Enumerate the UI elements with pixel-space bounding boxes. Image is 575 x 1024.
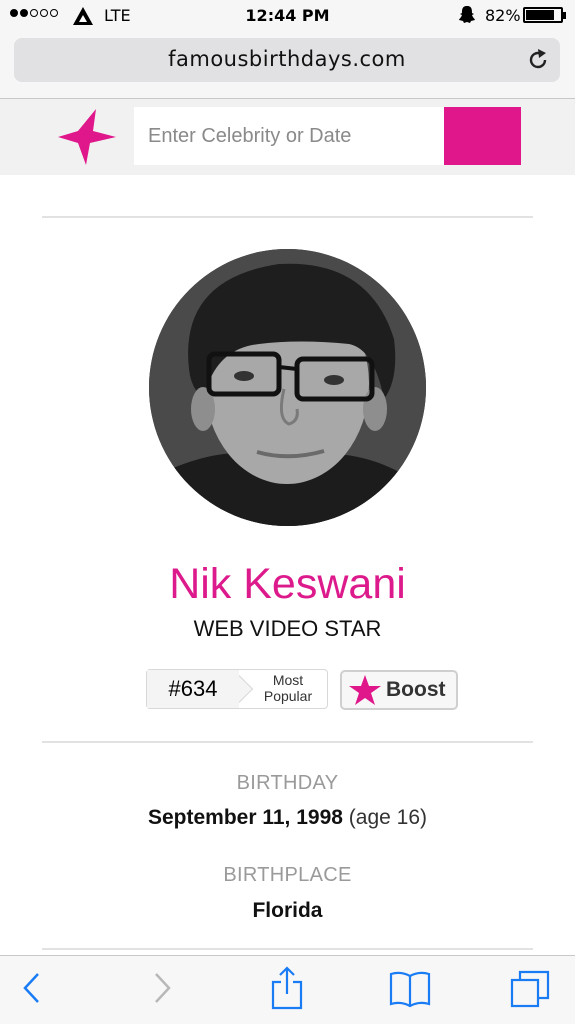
tabs-icon[interactable]: [510, 970, 550, 1010]
birthday-label: BIRTHDAY: [236, 772, 339, 794]
divider: [42, 741, 533, 743]
profession[interactable]: WEB VIDEO STAR: [0, 616, 575, 642]
star-logo-icon[interactable]: [56, 107, 120, 167]
address-bar[interactable]: famousbirthdays.com: [14, 38, 560, 82]
birthday-date[interactable]: September 11, 1998: [148, 806, 343, 829]
divider: [42, 948, 533, 950]
rank-label-line2: Popular: [263, 688, 313, 704]
browser-toolbar: [0, 955, 575, 1024]
battery-icon: [523, 7, 566, 23]
bookmarks-icon[interactable]: [389, 970, 431, 1008]
birthplace-label: BIRTHPLACE: [223, 864, 352, 886]
url-text[interactable]: famousbirthdays.com: [14, 47, 560, 71]
boost-button[interactable]: Boost: [340, 670, 458, 710]
rank-label-line1: Most: [272, 672, 304, 688]
search-input[interactable]: [134, 107, 444, 165]
star-icon: [349, 675, 381, 705]
birthday-value: September 11, 1998 (age 16): [0, 806, 575, 830]
popularity-rank[interactable]: #634 Most Popular: [146, 669, 328, 709]
back-icon[interactable]: [20, 970, 44, 1006]
status-bar: LTE 12:44 PM 82%: [0, 0, 575, 34]
search-button[interactable]: [444, 107, 521, 165]
profile-photo: [149, 249, 426, 526]
avatar: [149, 249, 426, 526]
divider: [42, 216, 533, 218]
boost-label: Boost: [386, 678, 446, 701]
forward-icon[interactable]: [150, 970, 174, 1006]
share-icon[interactable]: [270, 966, 304, 1010]
search-box[interactable]: [134, 107, 444, 165]
site-header: [0, 99, 575, 175]
celebrity-name: Nik Keswani: [169, 560, 406, 608]
reload-icon[interactable]: [526, 48, 550, 72]
battery-percent: 82%: [485, 6, 521, 25]
browser-chrome: LTE 12:44 PM 82% famousbirthdays.com: [0, 0, 575, 99]
rank-label: Most Popular: [247, 672, 329, 704]
birthplace-value[interactable]: Florida: [0, 899, 575, 923]
age-text: (age 16): [348, 806, 428, 829]
snapchat-icon: [459, 6, 475, 23]
rank-number: #634: [147, 670, 239, 708]
